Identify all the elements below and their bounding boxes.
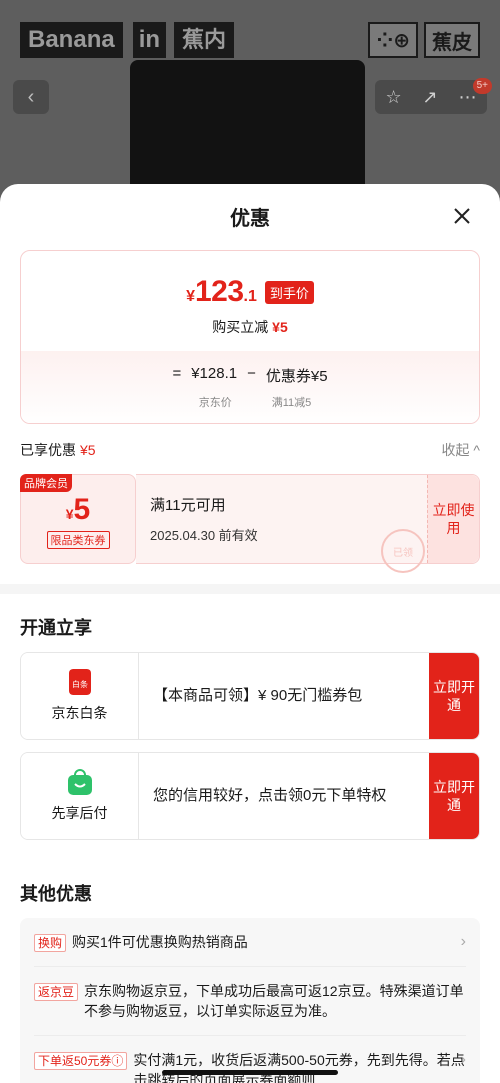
chevron-right-icon: › <box>460 1051 466 1068</box>
label-jd-price: 京东价 <box>198 397 232 409</box>
product-image <box>130 60 365 200</box>
instant-discount-label: 购买立减 <box>212 319 269 335</box>
formula-equals: = <box>172 365 182 382</box>
price-currency: ¥ <box>186 288 195 305</box>
other-section-title: 其他优惠 <box>20 884 92 904</box>
offer-text: 实付满1元，收货后返满500-50元券，先到先得。若点击跳转后的页面展示券面额则 <box>133 1052 465 1083</box>
partner-logos: ⁘⊕ 蕉皮 <box>368 22 480 58</box>
price-formula-area: = ¥128.1 − 优惠券¥5 京东价 满11减5 <box>21 351 479 423</box>
price-decimal: .1 <box>243 288 257 305</box>
product-page-background: Banana in 蕉内 ⁘⊕ 蕉皮 ‹ ☆ ↗ ⋯ 5+ <box>0 0 500 200</box>
star-icon[interactable]: ☆ <box>385 87 401 108</box>
brand-banner: Banana in 蕉内 <box>20 22 235 58</box>
home-indicator[interactable] <box>162 1070 338 1075</box>
enjoyed-amount: ¥5 <box>80 442 96 458</box>
collapse-toggle[interactable]: 收起 ^ <box>442 440 480 460</box>
baitiao-icon: 白条 <box>68 669 91 695</box>
discount-sheet: 优惠 ¥ 123 .1 到手价 购买立减 ¥5 = ¥128.1 − 优惠券¥5… <box>0 184 500 1083</box>
top-actions: ☆ ↗ ⋯ <box>375 80 487 114</box>
chevron-left-icon: ‹ <box>27 85 35 108</box>
open-pay-later-button[interactable]: 立即开通 <box>429 753 479 839</box>
price-integer: 123 <box>194 275 244 308</box>
formula-minus: − <box>247 365 256 382</box>
formula-labels: 京东价 满11减5 <box>189 394 312 410</box>
open-baitiao-button[interactable]: 立即开通 <box>429 653 479 739</box>
svg-text:白条: 白条 <box>72 679 88 689</box>
offer-tag: 换购 <box>34 934 67 952</box>
coupon-card: 品牌会员 ¥ 5 限品类东券 满11元可用 2025.04.30 前有效 已领 … <box>20 474 480 573</box>
sheet-title: 优惠 <box>230 207 270 230</box>
coupon-number: 5 <box>73 493 91 526</box>
notification-badge: 5+ <box>472 78 492 94</box>
brand-name: Banana <box>20 22 123 58</box>
coupon-type: 限品类东券 <box>46 531 110 549</box>
other-offers-list: 换购 购买1件可优惠换购热销商品 › 返京豆 京东购物返京豆，下单成功后最高可返… <box>20 918 480 1083</box>
instant-discount-amount: ¥5 <box>272 319 288 335</box>
share-icon[interactable]: ↗ <box>423 87 438 108</box>
shopping-bag-icon <box>67 769 92 795</box>
partner-logo-1: ⁘⊕ <box>368 22 418 58</box>
coupon-value: 品牌会员 ¥ 5 限品类东券 <box>20 474 136 564</box>
brand-in: in <box>132 22 167 58</box>
section-divider <box>0 584 500 594</box>
enjoyed-label: 已享优惠 <box>20 442 76 458</box>
price-formula: = ¥128.1 − 优惠券¥5 <box>172 365 327 386</box>
open-section-title: 开通立享 <box>20 618 92 638</box>
close-icon[interactable] <box>448 202 476 230</box>
brand-cn: 蕉内 <box>174 22 235 58</box>
sheet-header: 优惠 <box>0 184 500 248</box>
offer-tag: 返京豆 <box>34 983 79 1001</box>
offer-description: 【本商品可领】¥ 90无门槛券包 <box>139 653 429 739</box>
coupon-claimed-stamp: 已领 <box>381 529 425 573</box>
coupon-badge: 品牌会员 <box>20 474 72 492</box>
partner-logo-2: 蕉皮 <box>424 22 480 58</box>
final-price-tag: 到手价 <box>264 280 314 304</box>
offer-tag: 下单返50元券ⓘ <box>34 1052 128 1070</box>
enjoyed-discount: 已享优惠 ¥5 <box>20 440 96 460</box>
offer-name: 京东白条 <box>51 705 108 721</box>
offer-brand: 先享后付 <box>21 753 139 839</box>
formula-coupon: 优惠券¥5 <box>265 368 328 385</box>
formula-price: ¥128.1 <box>191 365 238 382</box>
coupon-currency: ¥ <box>65 506 74 522</box>
instant-discount: 购买立减 ¥5 <box>212 317 287 337</box>
final-price-area: ¥ 123 .1 到手价 购买立减 ¥5 <box>21 251 479 351</box>
chevron-right-icon: › <box>460 933 466 950</box>
list-item[interactable]: 下单返50元券ⓘ 实付满1元，收货后返满500-50元券，先到先得。若点击跳转后… <box>34 1036 466 1083</box>
offer-card-pay-later: 先享后付 您的信用较好，点击领0元下单特权 立即开通 <box>20 752 480 840</box>
offer-name: 先享后付 <box>51 805 108 821</box>
coupon-details: 满11元可用 2025.04.30 前有效 已领 立即使用 <box>136 474 480 573</box>
offer-text: 京东购物返京豆，下单成功后最高可返12京豆。特殊渠道订单不参与购物返豆，以订单实… <box>84 983 464 1019</box>
label-coupon-rule: 满11减5 <box>271 397 312 409</box>
use-coupon-button[interactable]: 立即使用 <box>427 475 479 563</box>
price-card: ¥ 123 .1 到手价 购买立减 ¥5 = ¥128.1 − 优惠券¥5 京东… <box>20 250 480 424</box>
offer-text: 购买1件可优惠换购热销商品 <box>72 934 248 950</box>
offer-card-baitiao: 白条 京东白条 【本商品可领】¥ 90无门槛券包 立即开通 <box>20 652 480 740</box>
enjoyed-discount-row: 已享优惠 ¥5 收起 ^ <box>20 440 480 460</box>
coupon-amount: ¥ 5 <box>66 493 90 527</box>
offer-brand: 白条 京东白条 <box>21 653 139 739</box>
list-item: 返京豆 京东购物返京豆，下单成功后最高可返12京豆。特殊渠道订单不参与购物返豆，… <box>34 967 466 1036</box>
list-item[interactable]: 换购 购买1件可优惠换购热销商品 › <box>34 918 466 967</box>
final-price: ¥ 123 .1 到手价 <box>186 275 314 309</box>
offer-description: 您的信用较好，点击领0元下单特权 <box>139 753 429 839</box>
back-button[interactable]: ‹ <box>13 80 49 114</box>
